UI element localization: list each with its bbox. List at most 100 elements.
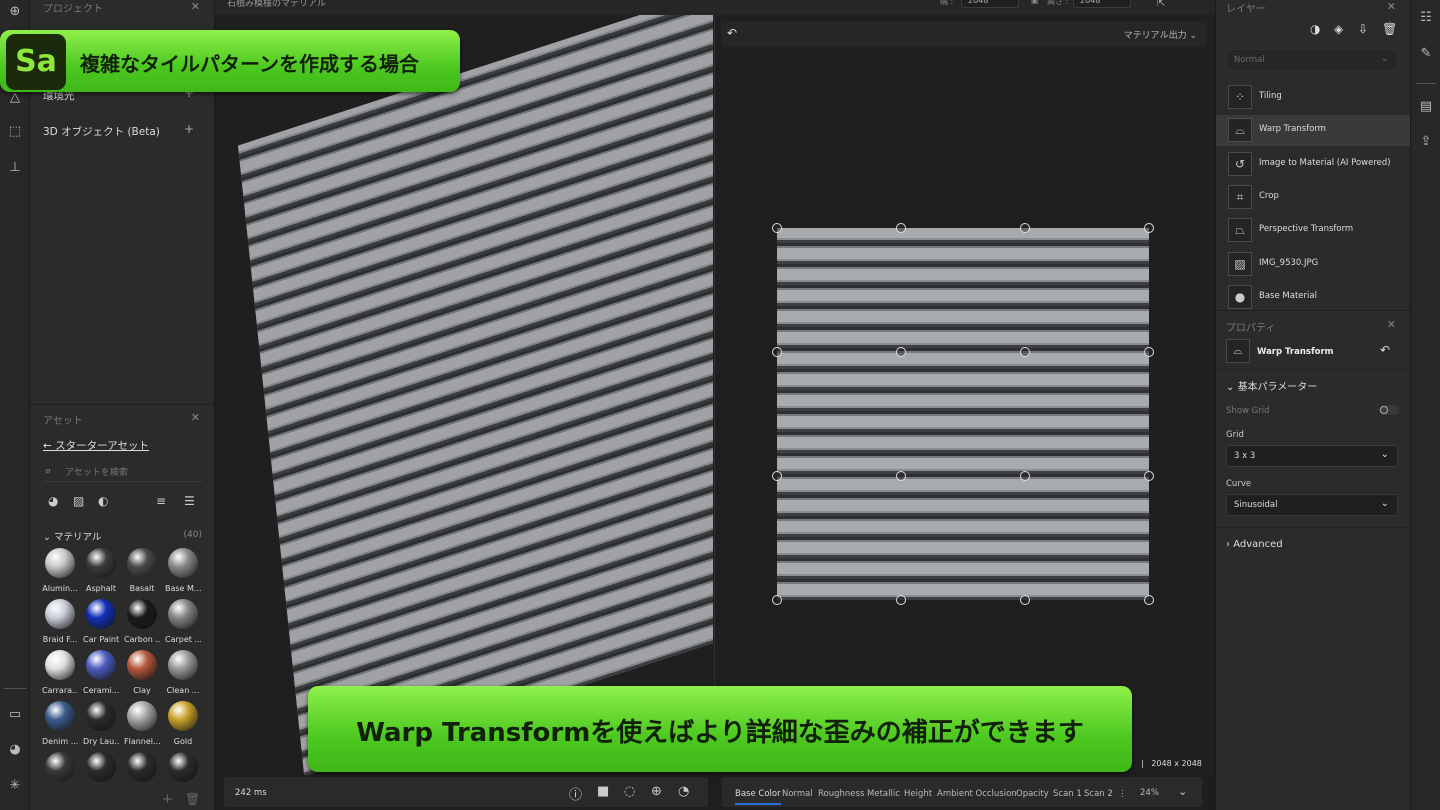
zoom-value[interactable]: 24% bbox=[1140, 788, 1159, 798]
blend-mode-select[interactable]: Normal ⌄ bbox=[1226, 49, 1398, 71]
link-icon[interactable]: ▣ bbox=[1031, 0, 1039, 5]
material-tile[interactable] bbox=[165, 752, 201, 788]
warp-control-point[interactable] bbox=[896, 347, 906, 357]
material-tile[interactable]: Asphalt bbox=[83, 548, 119, 593]
materials-section-toggle[interactable]: ⌄ マテリアル bbox=[43, 529, 101, 543]
channel-tab[interactable]: Roughness bbox=[818, 789, 864, 799]
select-frame-icon[interactable]: ⬚ bbox=[5, 122, 25, 142]
channel-tab[interactable]: Opacity bbox=[1016, 789, 1049, 799]
channel-tab[interactable]: Ambient Occlusion bbox=[937, 789, 1017, 799]
material-tile[interactable]: Carpet ... bbox=[165, 599, 201, 644]
channel-tab[interactable]: Scan 1 bbox=[1053, 789, 1082, 799]
warp-control-point[interactable] bbox=[1020, 223, 1030, 233]
fill-icon[interactable]: ◈ bbox=[1334, 22, 1343, 36]
palette-icon[interactable]: ◕ bbox=[5, 740, 25, 760]
material-tile[interactable]: Denim ... bbox=[42, 701, 78, 746]
info-icon[interactable]: ⓘ bbox=[569, 784, 582, 803]
material-tile[interactable]: Cerami... bbox=[83, 650, 119, 695]
list-view-icon[interactable]: ☰ bbox=[184, 494, 195, 508]
document-edit-icon[interactable]: ▤ bbox=[1416, 97, 1436, 117]
layer-item[interactable]: ▨ IMG_9530.JPG bbox=[1216, 249, 1411, 280]
material-tile[interactable]: Clay bbox=[124, 650, 160, 695]
export-icon[interactable]: ⇪ bbox=[1416, 132, 1436, 152]
project-row-3d-object[interactable]: 3D オブジェクト (Beta) bbox=[43, 124, 160, 139]
grid-select[interactable]: 3 x 3 ⌄ bbox=[1226, 445, 1398, 467]
layer-item[interactable]: ⁘ Tiling bbox=[1216, 82, 1411, 113]
material-tile[interactable]: Basalt bbox=[124, 548, 160, 593]
chevron-down-icon[interactable]: ⌄ bbox=[1178, 785, 1187, 798]
grid-sphere-icon[interactable]: ⊕ bbox=[651, 784, 662, 799]
warp-control-point[interactable] bbox=[772, 347, 782, 357]
close-icon[interactable]: ✕ bbox=[1387, 0, 1396, 13]
viewport-2d[interactable]: ↶ マテリアル出力 ⌄ | 2048 x 2048 bbox=[714, 15, 1214, 775]
trash-icon[interactable]: 🗑 bbox=[1382, 22, 1397, 36]
material-tile[interactable]: Clean ... bbox=[165, 650, 201, 695]
starter-assets-link[interactable]: ← スターターアセット bbox=[43, 438, 149, 453]
warp-control-point[interactable] bbox=[1144, 347, 1154, 357]
warp-control-point[interactable] bbox=[896, 471, 906, 481]
material-tile[interactable]: Dry Lau... bbox=[83, 701, 119, 746]
material-tile[interactable]: Braid F... bbox=[42, 599, 78, 644]
material-tile[interactable]: Base M... bbox=[165, 548, 201, 593]
warp-control-point[interactable] bbox=[1144, 595, 1154, 605]
warp-control-point[interactable] bbox=[896, 223, 906, 233]
more-channels-icon[interactable]: ⋮ bbox=[1118, 789, 1127, 799]
trash-icon[interactable]: 🗑 bbox=[185, 792, 200, 806]
material-tile[interactable] bbox=[42, 752, 78, 788]
sort-icon[interactable]: ≡ bbox=[156, 494, 166, 508]
material-tile[interactable]: Carbon ... bbox=[124, 599, 160, 644]
height-input[interactable]: 2048 bbox=[1073, 0, 1131, 8]
warp-control-point[interactable] bbox=[1144, 223, 1154, 233]
light-filter-icon[interactable]: ◐ bbox=[98, 494, 108, 508]
adjustments-icon[interactable]: ☷ bbox=[1416, 8, 1436, 28]
close-icon[interactable]: ✕ bbox=[191, 411, 200, 424]
reset-icon[interactable]: ↶ bbox=[727, 26, 737, 40]
curve-select[interactable]: Sinusoidal ⌄ bbox=[1226, 494, 1398, 516]
material-filter-icon[interactable]: ◕ bbox=[48, 494, 58, 508]
add-icon[interactable]: + bbox=[162, 792, 173, 807]
camera-icon[interactable]: ■ bbox=[597, 784, 609, 799]
layer-item[interactable]: ⏢ Perspective Transform bbox=[1216, 215, 1411, 246]
environment-icon[interactable]: ◌ bbox=[624, 784, 635, 799]
show-grid-toggle[interactable] bbox=[1379, 405, 1399, 415]
stamp-icon[interactable]: ⊥ bbox=[5, 158, 25, 178]
channel-tab[interactable]: Scan 2 bbox=[1084, 789, 1113, 799]
import-icon[interactable]: ⇩ bbox=[1358, 22, 1368, 36]
material-tile[interactable]: Flannel... bbox=[124, 701, 160, 746]
channel-tab[interactable]: Base Color bbox=[735, 789, 781, 805]
warp-control-point[interactable] bbox=[1020, 471, 1030, 481]
image-filter-icon[interactable]: ▨ bbox=[73, 494, 84, 508]
material-tile[interactable] bbox=[124, 752, 160, 788]
warp-control-point[interactable] bbox=[772, 595, 782, 605]
warp-control-point[interactable] bbox=[1020, 595, 1030, 605]
channel-tab[interactable]: Height bbox=[904, 789, 932, 799]
material-output-dropdown[interactable]: マテリアル出力 ⌄ bbox=[1124, 28, 1197, 41]
material-tile[interactable]: Gold bbox=[165, 701, 201, 746]
material-tile[interactable]: Alumin... bbox=[42, 548, 78, 593]
warp-control-point[interactable] bbox=[772, 471, 782, 481]
width-input[interactable]: 2048 bbox=[961, 0, 1019, 8]
advanced-toggle[interactable]: › Advanced bbox=[1226, 539, 1283, 550]
shading-icon[interactable]: ◔ bbox=[678, 784, 689, 799]
network-icon[interactable]: ✳ bbox=[5, 776, 25, 796]
warp-control-point[interactable] bbox=[772, 223, 782, 233]
material-tile[interactable] bbox=[83, 752, 119, 788]
layer-item[interactable]: ⌓ Warp Transform bbox=[1216, 115, 1411, 147]
warp-control-point[interactable] bbox=[1020, 347, 1030, 357]
add-3d-object-button[interactable]: + bbox=[184, 122, 194, 136]
reset-icon[interactable]: ↶ bbox=[1380, 343, 1390, 357]
screen-share-icon[interactable]: ▭ bbox=[5, 705, 25, 725]
material-tile[interactable]: Car Paint bbox=[83, 599, 119, 644]
share-icon[interactable]: ⇱ bbox=[1157, 0, 1165, 9]
layer-item[interactable]: ↺ Image to Material (AI Powered) bbox=[1216, 149, 1411, 180]
basic-params-toggle[interactable]: ⌄ 基本パラメーター bbox=[1226, 378, 1317, 393]
material-tile[interactable]: Carrara... bbox=[42, 650, 78, 695]
asset-search-input[interactable]: ⌕ アセットを検索 bbox=[43, 460, 203, 482]
warp-control-point[interactable] bbox=[896, 595, 906, 605]
mask-icon[interactable]: ◑ bbox=[1310, 22, 1320, 36]
channel-tab[interactable]: Normal bbox=[782, 789, 813, 799]
add-icon[interactable]: ⊕ bbox=[5, 2, 25, 22]
layer-item[interactable]: ● Base Material bbox=[1216, 282, 1411, 313]
viewport-3d[interactable] bbox=[216, 15, 713, 775]
layer-item[interactable]: ⌗ Crop bbox=[1216, 182, 1411, 213]
